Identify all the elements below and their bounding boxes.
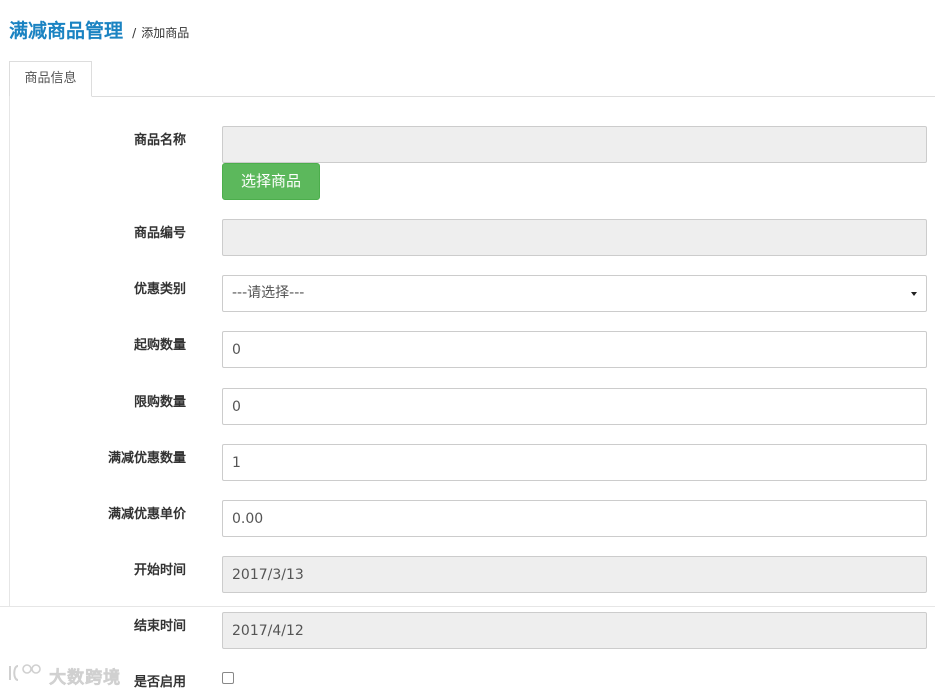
max-purchase-input[interactable] xyxy=(222,388,927,425)
product-name-label: 商品名称 xyxy=(133,133,186,148)
divider-line xyxy=(0,606,935,607)
discount-type-selected: ---请选择--- xyxy=(232,285,305,301)
product-name-input[interactable] xyxy=(222,126,927,163)
enabled-label: 是否启用 xyxy=(133,675,186,690)
end-time-label: 结束时间 xyxy=(133,619,186,634)
breadcrumb: 满减商品管理 / 添加商品 xyxy=(9,16,189,44)
full-reduction-price-label: 满减优惠单价 xyxy=(107,507,186,522)
end-time-input[interactable] xyxy=(222,612,927,649)
page: 满减商品管理 / 添加商品 商品信息 商品名称 选择商品 商品编号 优惠类别 -… xyxy=(0,0,935,692)
breadcrumb-current: 添加商品 xyxy=(141,26,190,40)
product-code-input[interactable] xyxy=(222,219,927,256)
full-reduction-qty-input[interactable] xyxy=(222,444,927,481)
discount-type-select[interactable]: ---请选择--- xyxy=(222,275,927,312)
min-purchase-input[interactable] xyxy=(222,331,927,368)
panel-border xyxy=(9,96,10,606)
breadcrumb-separator: / xyxy=(132,26,137,40)
caret-down-icon xyxy=(911,292,917,296)
watermark: 大数跨境 xyxy=(6,662,121,690)
start-time-label: 开始时间 xyxy=(133,563,186,578)
full-reduction-price-input[interactable] xyxy=(222,500,927,537)
select-product-button[interactable]: 选择商品 xyxy=(222,163,320,200)
page-title: 满减商品管理 xyxy=(9,20,124,42)
min-purchase-label: 起购数量 xyxy=(133,338,186,353)
max-purchase-label: 限购数量 xyxy=(133,395,186,410)
start-time-input[interactable] xyxy=(222,556,927,593)
product-code-label: 商品编号 xyxy=(133,226,186,241)
discount-type-label: 优惠类别 xyxy=(133,282,186,297)
full-reduction-qty-label: 满减优惠数量 xyxy=(107,451,186,466)
watermark-logo-icon xyxy=(6,662,42,688)
watermark-text: 大数跨境 xyxy=(49,667,122,688)
enabled-checkbox[interactable] xyxy=(222,672,234,684)
tab-bar: 商品信息 xyxy=(9,61,935,97)
tab-product-info[interactable]: 商品信息 xyxy=(9,61,92,97)
